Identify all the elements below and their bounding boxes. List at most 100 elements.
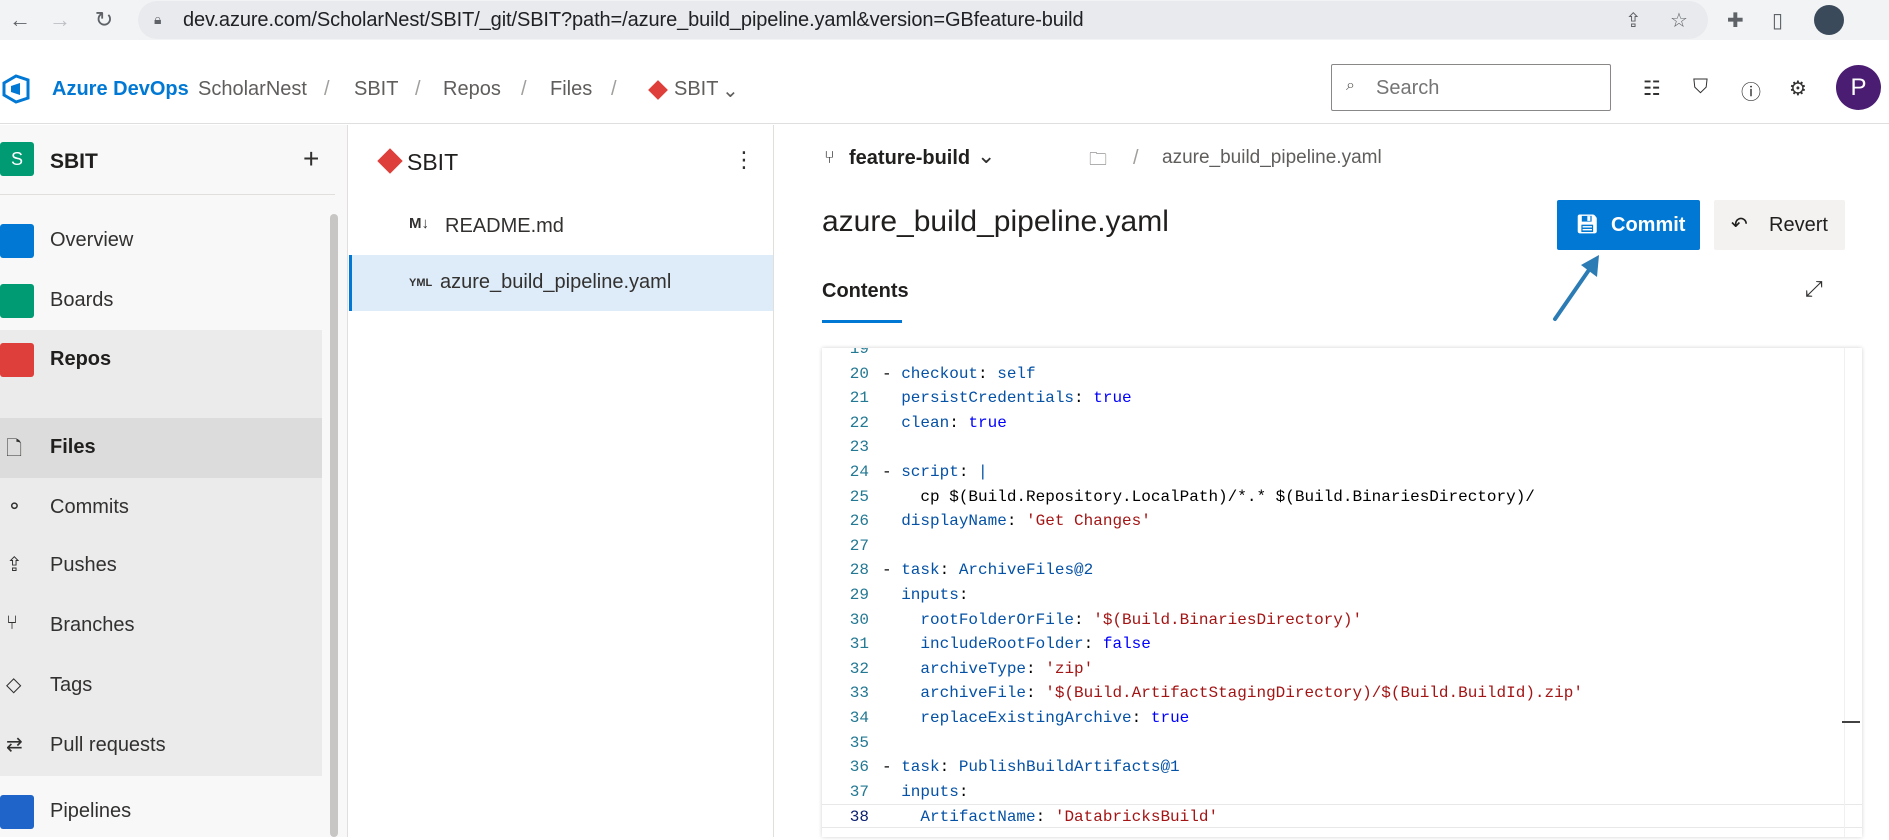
- line-number: 26: [849, 512, 869, 531]
- path-separator: /: [1133, 147, 1139, 169]
- help-icon[interactable]: ⓘ: [1741, 76, 1761, 105]
- branch-icon: ⑂: [824, 147, 835, 167]
- folder-icon[interactable]: 🗀︎: [1089, 147, 1107, 177]
- code-line[interactable]: 30 rootFolderOrFile: '$(Build.BinariesDi…: [822, 608, 1862, 632]
- back-icon[interactable]: ←: [8, 8, 32, 32]
- code-line[interactable]: 37 inputs:: [822, 780, 1862, 804]
- code-text: archiveType: 'zip': [920, 659, 1094, 678]
- code-line[interactable]: 32 archiveType: 'zip': [822, 657, 1862, 681]
- chevron-down-icon[interactable]: ⌄: [722, 78, 739, 103]
- code-text: persistCredentials: true: [901, 389, 1132, 408]
- code-line[interactable]: 22 clean: true: [822, 411, 1862, 435]
- sidebar-item-pull-requests[interactable]: ⇄ Pull requests: [0, 716, 322, 776]
- browser-profile-avatar[interactable]: [1814, 5, 1844, 35]
- work-items-list-icon[interactable]: ☷: [1643, 76, 1661, 101]
- code-line[interactable]: 31 includeRootFolder: false: [822, 632, 1862, 656]
- code-line[interactable]: 21 persistCredentials: true: [822, 386, 1862, 410]
- editor-scrollbar[interactable]: [1842, 348, 1862, 837]
- breadcrumb-files[interactable]: Files: [550, 78, 592, 101]
- sidebar-scrollbar[interactable]: [330, 214, 338, 837]
- sidebar-item-tags[interactable]: ◇ Tags: [0, 656, 322, 716]
- tag-icon: ◇: [6, 674, 22, 696]
- sidebar-item-label: Commits: [50, 496, 129, 518]
- add-icon[interactable]: +: [303, 143, 319, 175]
- revert-button[interactable]: ↶ Revert: [1714, 200, 1845, 250]
- project-name[interactable]: SBIT: [50, 150, 98, 174]
- pipelines-icon: [0, 795, 34, 829]
- line-number: 38: [849, 808, 869, 827]
- reload-icon[interactable]: ↻: [92, 8, 116, 32]
- sidebar-item-boards[interactable]: Boards: [0, 271, 322, 329]
- sidebar-item-label: Overview: [50, 229, 134, 251]
- file-icon: 🗋︎: [6, 438, 23, 460]
- code-line[interactable]: 34 replaceExistingArchive: true: [822, 706, 1862, 730]
- breadcrumb-repo[interactable]: SBIT: [674, 78, 718, 101]
- code-line[interactable]: 20 - checkout: self: [822, 362, 1862, 386]
- code-line[interactable]: 24 - script: |: [822, 460, 1862, 484]
- line-number: 23: [849, 438, 869, 457]
- code-line-current[interactable]: 38 ArtifactName: 'DatabricksBuild': [822, 804, 1862, 829]
- git-repo-icon: [377, 148, 403, 174]
- repo-title[interactable]: SBIT: [407, 149, 458, 176]
- file-name: README.md: [445, 215, 564, 237]
- annotation-arrow-icon: [1553, 255, 1599, 321]
- code-text: inputs:: [901, 782, 969, 801]
- sidebar-item-branches[interactable]: ⑂ Branches: [0, 596, 322, 656]
- bookmark-star-icon[interactable]: ☆: [1670, 8, 1688, 33]
- undo-icon: ↶: [1731, 214, 1748, 236]
- code-line[interactable]: 23: [822, 435, 1862, 459]
- user-settings-icon[interactable]: ⚙: [1789, 76, 1807, 101]
- marketplace-bag-icon[interactable]: ⛉: [1693, 76, 1708, 99]
- scroll-position-marker: [1842, 721, 1860, 723]
- code-text: archiveFile: '$(Build.ArtifactStagingDir…: [920, 684, 1583, 703]
- line-number: 34: [849, 709, 869, 727]
- share-icon[interactable]: ⇪: [1625, 8, 1642, 33]
- breadcrumb-separator: /: [415, 78, 421, 100]
- branch-selector[interactable]: feature-build: [849, 147, 970, 170]
- save-icon: 💾︎: [1576, 214, 1599, 234]
- project-badge[interactable]: S: [0, 142, 34, 176]
- lock-icon[interactable]: 🔒︎: [154, 11, 161, 28]
- expand-icon[interactable]: ⤢: [1805, 276, 1823, 302]
- sidebar-item-commits[interactable]: ⚬ Commits: [0, 478, 322, 536]
- chevron-down-icon[interactable]: ⌄: [977, 143, 995, 169]
- code-line[interactable]: 28 - task: ArchiveFiles@2: [822, 558, 1862, 582]
- tab-contents[interactable]: Contents: [822, 280, 909, 303]
- code-text: - checkout: self: [882, 364, 1036, 383]
- azure-devops-logo-icon[interactable]: [2, 74, 32, 104]
- code-line[interactable]: 33 archiveFile: '$(Build.ArtifactStaging…: [822, 681, 1862, 705]
- breadcrumb-project[interactable]: SBIT: [354, 78, 398, 101]
- extensions-icon[interactable]: ✚: [1727, 8, 1744, 33]
- brand-name[interactable]: Azure DevOps: [52, 78, 189, 101]
- path-file[interactable]: azure_build_pipeline.yaml: [1162, 147, 1382, 169]
- avatar[interactable]: P: [1836, 65, 1881, 110]
- sidebar-item-files[interactable]: 🗋︎ Files: [0, 418, 322, 478]
- breadcrumb-organization[interactable]: ScholarNest: [198, 78, 307, 101]
- code-line[interactable]: 36 - task: PublishBuildArtifacts@1: [822, 755, 1862, 779]
- code-text: cp $(Build.Repository.LocalPath)/*.* $(B…: [882, 487, 1535, 506]
- boards-icon: [0, 284, 34, 318]
- commit-button[interactable]: 💾︎ Commit: [1557, 200, 1700, 250]
- forward-icon[interactable]: →: [48, 8, 72, 32]
- more-options-icon[interactable]: ⋮: [733, 147, 755, 173]
- sidebar-item-pipelines[interactable]: Pipelines: [0, 782, 322, 840]
- code-line[interactable]: 19: [822, 348, 1862, 361]
- code-line[interactable]: 29 inputs:: [822, 583, 1862, 607]
- code-line[interactable]: 26 displayName: 'Get Changes': [822, 509, 1862, 533]
- code-line[interactable]: 25 cp $(Build.Repository.LocalPath)/*.* …: [822, 485, 1862, 509]
- search-input[interactable]: [1376, 75, 1596, 101]
- line-number: 25: [849, 487, 869, 506]
- sidebar-item-label: Files: [50, 436, 96, 458]
- sidebar-item-repos[interactable]: Repos: [0, 330, 322, 388]
- code-editor[interactable]: 19 20 - checkout: self 21 persistCredential…: [822, 348, 1862, 837]
- search-box[interactable]: ⌕: [1331, 64, 1611, 111]
- file-tree-item[interactable]: M↓ README.md: [349, 199, 773, 255]
- url-text[interactable]: dev.azure.com/ScholarNest/SBIT/_git/SBIT…: [183, 9, 1084, 32]
- file-tree-item-selected[interactable]: YML azure_build_pipeline.yaml: [349, 255, 773, 311]
- code-line[interactable]: 35: [822, 731, 1862, 755]
- sidebar-item-pushes[interactable]: ⇪ Pushes: [0, 536, 322, 596]
- code-line[interactable]: 27: [822, 534, 1862, 558]
- breadcrumb-repos[interactable]: Repos: [443, 78, 501, 101]
- side-panel-icon[interactable]: ▯: [1772, 8, 1783, 33]
- sidebar-item-overview[interactable]: Overview: [0, 211, 322, 269]
